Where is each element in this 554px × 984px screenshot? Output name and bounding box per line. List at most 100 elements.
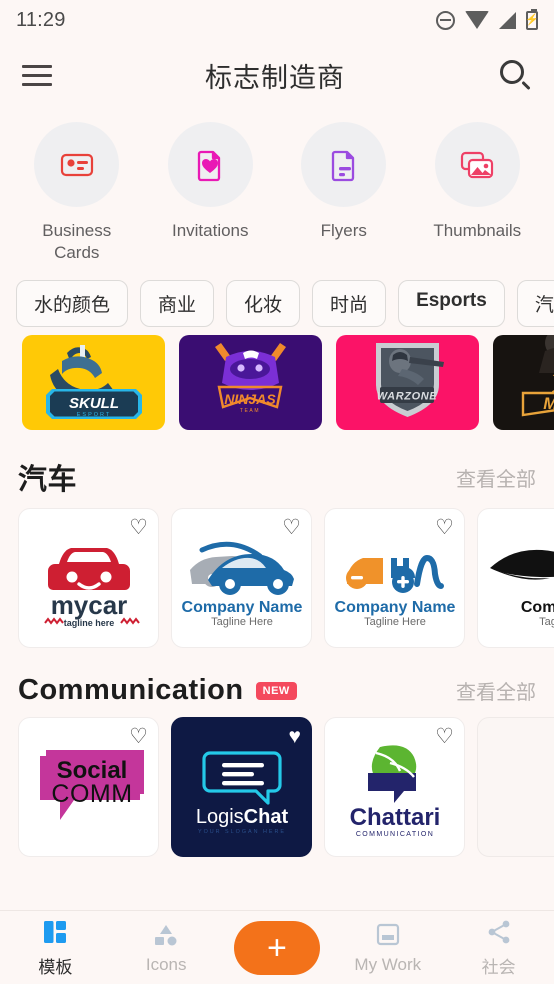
chip-automotive[interactable]: 汽车	[516, 280, 554, 328]
business-card-icon	[34, 122, 120, 207]
hamburger-line	[22, 64, 52, 68]
search-ring	[500, 60, 524, 84]
logo-tagline: YOUR SLOGAN HERE	[197, 829, 285, 835]
favorite-heart-icon[interactable]: ♡	[129, 517, 148, 538]
app-bar: 标志制造商	[0, 40, 554, 110]
shapes-icon	[155, 925, 177, 946]
see-all-link[interactable]: 查看全部	[456, 676, 536, 705]
inbox-icon	[376, 923, 399, 946]
status-icons: ⚡	[436, 8, 539, 30]
nav-item-label: Icons	[145, 955, 187, 974]
logo-company-name: Compa	[520, 599, 554, 616]
quick-category-label: Thumbnails	[433, 221, 522, 240]
section-header-communication: Communication NEW 查看全部	[0, 648, 554, 717]
battery-bolt-glyph: ⚡	[525, 13, 539, 26]
quick-category-business-cards[interactable]: Business Cards	[10, 122, 144, 264]
thumbnails-images-icon	[434, 122, 520, 207]
logo-company-name: Company Name	[181, 599, 302, 616]
share-icon	[488, 920, 509, 943]
template-card-evcar[interactable]: ♡ Company Name Tagline Here	[324, 508, 465, 649]
svg-text:LogisChat: LogisChat	[195, 806, 288, 828]
battery-charging-icon: ⚡	[525, 8, 539, 30]
esports-template-card[interactable]: MO	[493, 335, 554, 431]
nav-item-create[interactable]: +	[222, 920, 333, 975]
favorite-heart-icon[interactable]: ♡	[435, 726, 454, 747]
esports-logo-name: NINJAS	[224, 391, 276, 407]
new-badge: NEW	[255, 681, 297, 700]
add-plus-icon[interactable]: +	[233, 920, 320, 975]
signal-icon	[499, 11, 516, 29]
hamburger-line	[22, 73, 52, 77]
nav-item-icons[interactable]: Icons	[111, 920, 222, 975]
logo-company-name-2: Chat	[243, 806, 288, 828]
nav-item-label: 模板	[38, 957, 73, 977]
esports-logo-name: SKULL	[69, 395, 119, 412]
search-icon[interactable]	[498, 58, 532, 92]
section-title: Communication	[18, 674, 244, 707]
page-title: 标志制造商	[205, 62, 345, 93]
hamburger-menu-icon[interactable]	[22, 64, 52, 86]
section-title: 汽车	[18, 464, 78, 497]
favorite-heart-icon[interactable]: ♡	[129, 726, 148, 747]
dnd-icon	[436, 10, 455, 30]
quick-category-label: Flyers	[320, 221, 367, 240]
logo-company-name: Chattari	[349, 804, 440, 831]
chip-makeup[interactable]: 化妆	[226, 280, 301, 328]
quick-category-label: Invitations	[171, 221, 249, 240]
chip-fashion[interactable]: 时尚	[312, 280, 387, 328]
see-all-link[interactable]: 查看全部	[456, 463, 536, 492]
section-header-automotive: 汽车 查看全部	[0, 430, 554, 508]
template-card-placeholder[interactable]	[477, 717, 554, 858]
esports-logo-sub: TEAM	[240, 408, 260, 414]
template-card-sportscar[interactable]: ♡ Company Name Tagline Here	[171, 508, 312, 649]
logo-preview: Compa Tag	[478, 520, 554, 636]
category-chip-row: 水的颜色 商业 化妆 时尚 Esports 汽车	[0, 270, 554, 335]
template-card-blackcar[interactable]: ♡ Compa Tag	[477, 508, 554, 649]
logo-tagline: Tagline Here	[364, 616, 426, 628]
favorite-heart-icon[interactable]: ♡	[282, 517, 301, 538]
templates-grid-icon	[44, 920, 67, 943]
quick-category-thumbnails[interactable]: Thumbnails	[411, 122, 545, 264]
chip-esports[interactable]: Esports	[398, 280, 505, 328]
quick-category-invitations[interactable]: Invitations	[144, 122, 278, 264]
quick-category-flyers[interactable]: Flyers	[277, 122, 411, 264]
favorite-heart-icon[interactable]: ♥	[289, 726, 301, 747]
status-bar: 11:29 ⚡	[0, 0, 554, 40]
template-card-chattari[interactable]: ♡ Chattari COMMUNICATION	[324, 717, 465, 858]
fab-plus-glyph: +	[267, 928, 287, 967]
esports-template-card[interactable]: WARZONE	[336, 335, 479, 431]
nav-item-templates[interactable]: 模板	[0, 918, 111, 978]
esports-logo-name: MO	[543, 394, 554, 413]
logo-tagline: Tag	[539, 616, 554, 628]
esports-logo-sub: ESPORT	[77, 412, 112, 418]
bottom-navigation: 模板 Icons + My Work 社会	[0, 910, 554, 984]
logo-tagline: COMMUNICATION	[355, 831, 433, 838]
nav-item-my-work[interactable]: My Work	[332, 920, 443, 975]
esports-template-row: SKULL ESPORT NINJAS TEAM WARZONE	[0, 335, 554, 431]
chip-watercolor[interactable]: 水的颜色	[16, 280, 129, 328]
automotive-template-row: ♡ mycar tagline here ♡ Company Name Tagl…	[0, 508, 554, 649]
search-handle	[521, 80, 531, 91]
wifi-icon	[465, 11, 489, 29]
logo-company-name-2: COMM	[51, 780, 132, 808]
nav-item-label: 社会	[481, 957, 516, 977]
chip-business[interactable]: 商业	[140, 280, 215, 328]
logo-company-name: Company Name	[334, 599, 455, 616]
esports-logo-name: WARZONE	[377, 391, 437, 403]
template-card-mycar[interactable]: ♡ mycar tagline here	[18, 508, 159, 649]
esports-template-card[interactable]: NINJAS TEAM	[179, 335, 322, 431]
flyer-document-icon	[301, 122, 387, 207]
invitation-heart-icon	[167, 122, 253, 207]
logo-company-name: mycar	[50, 590, 127, 620]
favorite-heart-icon[interactable]: ♡	[435, 517, 454, 538]
esports-template-card[interactable]: SKULL ESPORT	[22, 335, 165, 431]
logo-company-name: Logis	[195, 806, 243, 828]
communication-template-row: ♡ Social COMM ♥ LogisChat YOUR SLOGAN HE…	[0, 717, 554, 858]
quick-categories: Business Cards Invitations Flyers Thumbn…	[0, 110, 554, 270]
template-card-logischat[interactable]: ♥ LogisChat YOUR SLOGAN HERE	[171, 717, 312, 858]
nav-item-social[interactable]: 社会	[443, 918, 554, 978]
logo-tagline: tagline here	[63, 618, 114, 628]
status-time: 11:29	[16, 8, 66, 31]
loading-placeholder-icon	[553, 776, 554, 799]
template-card-socialcomm[interactable]: ♡ Social COMM	[18, 717, 159, 858]
